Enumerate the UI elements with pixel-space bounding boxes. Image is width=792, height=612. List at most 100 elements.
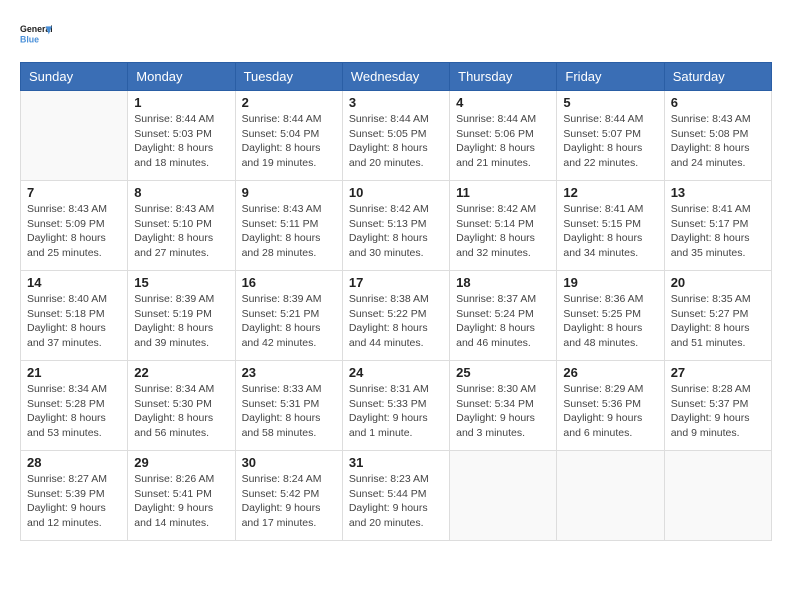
day-info: Sunrise: 8:29 AM Sunset: 5:36 PM Dayligh… — [563, 382, 657, 441]
calendar-week-row: 7Sunrise: 8:43 AM Sunset: 5:09 PM Daylig… — [21, 181, 772, 271]
calendar-day-header: Monday — [128, 63, 235, 91]
day-info: Sunrise: 8:27 AM Sunset: 5:39 PM Dayligh… — [27, 472, 121, 531]
calendar-day-cell: 21 Sunrise: 8:34 AM Sunset: 5:28 PM Dayli… — [21, 361, 128, 451]
calendar-day-header: Thursday — [450, 63, 557, 91]
calendar-day-cell: 15Sunrise: 8:39 AM Sunset: 5:19 PM Dayli… — [128, 271, 235, 361]
day-number: 28 — [27, 455, 121, 470]
calendar-day-header: Friday — [557, 63, 664, 91]
day-info: Sunrise: 8:42 AM Sunset: 5:13 PM Dayligh… — [349, 202, 443, 261]
calendar-day-cell: 31 Sunrise: 8:23 AM Sunset: 5:44 PM Dayli… — [342, 451, 449, 541]
day-info: Sunrise: 8:34 AM Sunset: 5:28 PM Dayligh… — [27, 382, 121, 441]
calendar-day-cell — [21, 91, 128, 181]
day-info: Sunrise: 8:44 AM Sunset: 5:07 PM Dayligh… — [563, 112, 657, 171]
calendar-day-cell: 28 Sunrise: 8:27 AM Sunset: 5:39 PM Dayli… — [21, 451, 128, 541]
calendar-day-cell: 26 Sunrise: 8:29 AM Sunset: 5:36 PM Dayli… — [557, 361, 664, 451]
day-info: Sunrise: 8:44 AM Sunset: 5:03 PM Dayligh… — [134, 112, 228, 171]
calendar-day-cell: 20 Sunrise: 8:35 AM Sunset: 5:27 PM Dayli… — [664, 271, 771, 361]
calendar-day-cell: 27 Sunrise: 8:28 AM Sunset: 5:37 PM Dayli… — [664, 361, 771, 451]
calendar-day-cell: 22 Sunrise: 8:34 AM Sunset: 5:30 PM Dayli… — [128, 361, 235, 451]
calendar-day-cell — [557, 451, 664, 541]
day-info: Sunrise: 8:38 AM Sunset: 5:22 PM Dayligh… — [349, 292, 443, 351]
day-number: 16 — [242, 275, 336, 290]
calendar-day-cell: 6 Sunrise: 8:43 AM Sunset: 5:08 PM Daylig… — [664, 91, 771, 181]
day-number: 17 — [349, 275, 443, 290]
day-number: 7 — [27, 185, 121, 200]
day-info: Sunrise: 8:28 AM Sunset: 5:37 PM Dayligh… — [671, 382, 765, 441]
calendar-week-row: 28 Sunrise: 8:27 AM Sunset: 5:39 PM Dayli… — [21, 451, 772, 541]
day-info: Sunrise: 8:33 AM Sunset: 5:31 PM Dayligh… — [242, 382, 336, 441]
day-info: Sunrise: 8:39 AM Sunset: 5:21 PM Dayligh… — [242, 292, 336, 351]
calendar-day-cell: 16 Sunrise: 8:39 AM Sunset: 5:21 PM Dayli… — [235, 271, 342, 361]
day-number: 8 — [134, 185, 228, 200]
day-info: Sunrise: 8:37 AM Sunset: 5:24 PM Dayligh… — [456, 292, 550, 351]
calendar-day-cell: 12 Sunrise: 8:41 AM Sunset: 5:15 PM Dayli… — [557, 181, 664, 271]
day-info: Sunrise: 8:39 AM Sunset: 5:19 PM Dayligh… — [134, 292, 228, 351]
calendar-day-cell: 11Sunrise: 8:42 AM Sunset: 5:14 PM Dayli… — [450, 181, 557, 271]
day-number: 20 — [671, 275, 765, 290]
calendar-week-row: 14Sunrise: 8:40 AM Sunset: 5:18 PM Dayli… — [21, 271, 772, 361]
calendar-day-cell: 13 Sunrise: 8:41 AM Sunset: 5:17 PM Dayli… — [664, 181, 771, 271]
day-number: 18 — [456, 275, 550, 290]
calendar-header-row: SundayMondayTuesdayWednesdayThursdayFrid… — [21, 63, 772, 91]
calendar-week-row: 21 Sunrise: 8:34 AM Sunset: 5:28 PM Dayli… — [21, 361, 772, 451]
calendar-table: SundayMondayTuesdayWednesdayThursdayFrid… — [20, 62, 772, 541]
day-number: 14 — [27, 275, 121, 290]
day-info: Sunrise: 8:24 AM Sunset: 5:42 PM Dayligh… — [242, 472, 336, 531]
calendar-day-cell: 30 Sunrise: 8:24 AM Sunset: 5:42 PM Dayli… — [235, 451, 342, 541]
calendar-day-header: Saturday — [664, 63, 771, 91]
day-number: 12 — [563, 185, 657, 200]
day-info: Sunrise: 8:23 AM Sunset: 5:44 PM Dayligh… — [349, 472, 443, 531]
day-number: 9 — [242, 185, 336, 200]
day-number: 6 — [671, 95, 765, 110]
calendar-day-header: Wednesday — [342, 63, 449, 91]
calendar-day-cell: 5 Sunrise: 8:44 AM Sunset: 5:07 PM Daylig… — [557, 91, 664, 181]
calendar-day-cell: 10Sunrise: 8:42 AM Sunset: 5:13 PM Dayli… — [342, 181, 449, 271]
calendar-day-cell — [664, 451, 771, 541]
calendar-day-cell: 2 Sunrise: 8:44 AM Sunset: 5:04 PM Daylig… — [235, 91, 342, 181]
day-info: Sunrise: 8:36 AM Sunset: 5:25 PM Dayligh… — [563, 292, 657, 351]
day-info: Sunrise: 8:43 AM Sunset: 5:08 PM Dayligh… — [671, 112, 765, 171]
day-number: 21 — [27, 365, 121, 380]
day-number: 3 — [349, 95, 443, 110]
day-info: Sunrise: 8:41 AM Sunset: 5:15 PM Dayligh… — [563, 202, 657, 261]
calendar-day-cell: 19 Sunrise: 8:36 AM Sunset: 5:25 PM Dayli… — [557, 271, 664, 361]
svg-text:Blue: Blue — [20, 34, 39, 44]
day-info: Sunrise: 8:44 AM Sunset: 5:06 PM Dayligh… — [456, 112, 550, 171]
day-number: 13 — [671, 185, 765, 200]
day-number: 31 — [349, 455, 443, 470]
calendar-week-row: 1 Sunrise: 8:44 AM Sunset: 5:03 PM Daylig… — [21, 91, 772, 181]
day-number: 1 — [134, 95, 228, 110]
calendar-day-header: Sunday — [21, 63, 128, 91]
calendar-day-cell: 3 Sunrise: 8:44 AM Sunset: 5:05 PM Daylig… — [342, 91, 449, 181]
calendar-day-cell: 7Sunrise: 8:43 AM Sunset: 5:09 PM Daylig… — [21, 181, 128, 271]
calendar-day-cell: 14Sunrise: 8:40 AM Sunset: 5:18 PM Dayli… — [21, 271, 128, 361]
day-number: 24 — [349, 365, 443, 380]
day-info: Sunrise: 8:44 AM Sunset: 5:04 PM Dayligh… — [242, 112, 336, 171]
calendar-day-cell: 9 Sunrise: 8:43 AM Sunset: 5:11 PM Daylig… — [235, 181, 342, 271]
day-number: 19 — [563, 275, 657, 290]
day-number: 23 — [242, 365, 336, 380]
page-header: General Blue — [20, 20, 772, 52]
calendar-day-cell: 4 Sunrise: 8:44 AM Sunset: 5:06 PM Daylig… — [450, 91, 557, 181]
day-number: 4 — [456, 95, 550, 110]
day-number: 22 — [134, 365, 228, 380]
calendar-day-cell: 17 Sunrise: 8:38 AM Sunset: 5:22 PM Dayli… — [342, 271, 449, 361]
calendar-day-cell: 24Sunrise: 8:31 AM Sunset: 5:33 PM Dayli… — [342, 361, 449, 451]
calendar-day-cell: 18 Sunrise: 8:37 AM Sunset: 5:24 PM Dayli… — [450, 271, 557, 361]
day-number: 30 — [242, 455, 336, 470]
day-number: 27 — [671, 365, 765, 380]
day-number: 5 — [563, 95, 657, 110]
day-info: Sunrise: 8:44 AM Sunset: 5:05 PM Dayligh… — [349, 112, 443, 171]
day-info: Sunrise: 8:35 AM Sunset: 5:27 PM Dayligh… — [671, 292, 765, 351]
day-info: Sunrise: 8:41 AM Sunset: 5:17 PM Dayligh… — [671, 202, 765, 261]
day-number: 25 — [456, 365, 550, 380]
day-info: Sunrise: 8:43 AM Sunset: 5:11 PM Dayligh… — [242, 202, 336, 261]
day-number: 2 — [242, 95, 336, 110]
calendar-day-cell: 8 Sunrise: 8:43 AM Sunset: 5:10 PM Daylig… — [128, 181, 235, 271]
day-info: Sunrise: 8:43 AM Sunset: 5:10 PM Dayligh… — [134, 202, 228, 261]
day-info: Sunrise: 8:34 AM Sunset: 5:30 PM Dayligh… — [134, 382, 228, 441]
day-number: 26 — [563, 365, 657, 380]
calendar-day-cell: 25Sunrise: 8:30 AM Sunset: 5:34 PM Dayli… — [450, 361, 557, 451]
calendar-day-cell: 29Sunrise: 8:26 AM Sunset: 5:41 PM Dayli… — [128, 451, 235, 541]
logo: General Blue — [20, 20, 52, 52]
